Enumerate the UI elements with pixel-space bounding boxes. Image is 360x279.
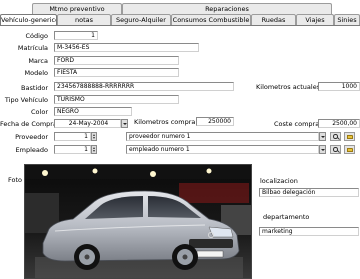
coste-compra-field[interactable]: 2500,00 [318, 119, 360, 128]
vehicle-photo [24, 164, 252, 279]
proveedor-stepper[interactable] [91, 132, 97, 141]
empleado-dropdown-icon[interactable] [319, 145, 326, 154]
km-actuales-field[interactable]: 1000 [318, 82, 360, 91]
km-compra-label: Kilometros compra [134, 118, 196, 126]
tab-ruedas[interactable]: Ruedas [251, 14, 296, 25]
km-actuales-label: Kilometros actuales [256, 83, 321, 91]
proveedor-label: Proveedor [15, 133, 48, 141]
matricula-field[interactable]: M-3456-ES [54, 43, 199, 52]
fecha-compra-field[interactable]: 24-May-2004 [54, 119, 121, 128]
empleado-label: Empleado [15, 146, 48, 154]
tab-viajes[interactable]: Viajes [296, 14, 334, 25]
localizacion-label: localizacion [260, 177, 298, 185]
km-compra-field[interactable]: 250000 [196, 117, 234, 126]
bastidor-label: Bastidor [21, 84, 48, 92]
marca-label: Marca [28, 57, 48, 65]
tab-vehiculo-genericos[interactable]: Vehículo-genericos [0, 14, 57, 25]
coste-compra-label: Coste compra [274, 120, 320, 128]
tipo-vehiculo-label: Tipo Vehículo [4, 96, 48, 104]
tab-spacer [0, 3, 32, 14]
tab-row-bottom: Vehículo-genericos notas Seguro-Alquiler… [0, 14, 360, 25]
foto-label: Foto [8, 176, 23, 184]
fecha-compra-dropdown-icon[interactable] [121, 119, 128, 128]
tab-seguro-alquiler[interactable]: Seguro-Alquiler [111, 14, 171, 25]
proveedor-name-field[interactable]: proveedor numero 1 [126, 132, 319, 141]
modelo-field[interactable]: FIESTA [54, 68, 179, 77]
proveedor-search-icon[interactable] [330, 132, 341, 141]
car-image [25, 165, 251, 278]
tab-row-top: Mtmo preventivo Reparaciones [0, 3, 360, 14]
departamento-field[interactable]: marketing [259, 227, 359, 236]
tipo-vehiculo-field[interactable]: TURISMO [54, 95, 179, 104]
tab-reparaciones[interactable]: Reparaciones [122, 3, 332, 14]
tab-consumos-combustible[interactable]: Consumos Combustible [171, 14, 251, 25]
empleado-folder-icon[interactable] [344, 145, 355, 154]
modelo-label: Modelo [24, 69, 49, 77]
empleado-code-field[interactable]: 1 [54, 145, 91, 154]
color-label: Color [31, 108, 48, 116]
codigo-field[interactable]: 1 [54, 31, 98, 40]
bastidor-field[interactable]: 234567888888-RRRRRRR [54, 82, 234, 91]
codigo-label: Código [25, 32, 48, 40]
empleado-name-field[interactable]: empleado numero 1 [126, 145, 319, 154]
tab-notas[interactable]: notas [57, 14, 111, 25]
departamento-label: departamento [263, 213, 310, 221]
tab-mtmo-preventivo[interactable]: Mtmo preventivo [32, 3, 122, 14]
color-field[interactable]: NEGRO [54, 107, 132, 116]
fecha-compra-label: Fecha de Compra [0, 120, 57, 128]
matricula-label: Matrícula [17, 44, 48, 52]
tab-siniestros[interactable]: Sinies [334, 14, 360, 25]
empleado-search-icon[interactable] [330, 145, 341, 154]
proveedor-code-field[interactable]: 1 [54, 132, 91, 141]
proveedor-folder-icon[interactable] [344, 132, 355, 141]
localizacion-field[interactable]: Bilbao delegación [259, 188, 359, 197]
empleado-stepper[interactable] [91, 145, 97, 154]
marca-field[interactable]: FORD [54, 56, 179, 65]
proveedor-dropdown-icon[interactable] [319, 132, 326, 141]
